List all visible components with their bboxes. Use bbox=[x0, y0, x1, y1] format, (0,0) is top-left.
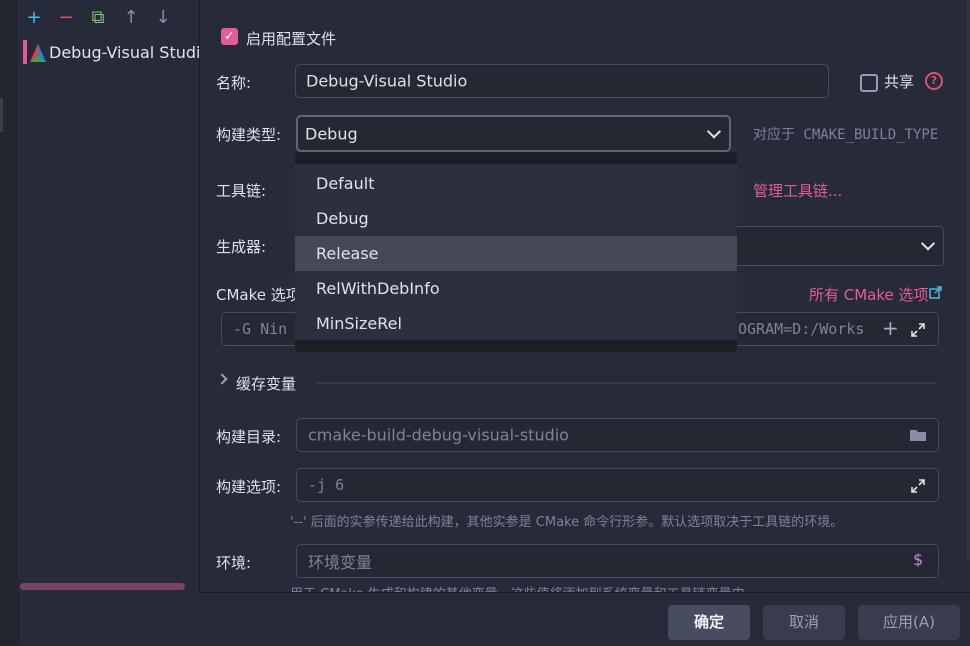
environment-hint: 用于 CMake 生成和构建的其他变量。这些值将添加到系统变量和工具链变量中。 bbox=[290, 583, 758, 592]
cache-variables-label[interactable]: 缓存变量 bbox=[236, 373, 296, 394]
copy-icon[interactable]: ⧉ bbox=[88, 8, 108, 28]
cancel-button[interactable]: 取消 bbox=[763, 605, 845, 640]
profile-list-panel: + − ⧉ ↑ ↓ Debug-Visual Studio bbox=[18, 0, 200, 592]
move-down-icon[interactable]: ↓ bbox=[153, 8, 173, 28]
build-options-hint: '--' 后面的实参传递给此构建，其他实参是 CMake 命令行形参。默认选项取… bbox=[290, 515, 844, 530]
dollar-icon[interactable]: $ bbox=[913, 550, 923, 569]
build-options-label: 构建选项: bbox=[216, 478, 282, 496]
list-item-debug-visual-studio[interactable]: Debug-Visual Studio bbox=[22, 38, 199, 68]
external-link-icon[interactable] bbox=[929, 286, 942, 299]
cmake-options-label: CMake 选项 bbox=[216, 286, 301, 304]
build-type-hint: 对应于 CMAKE_BUILD_TYPE bbox=[753, 127, 939, 143]
chevron-down-icon bbox=[920, 236, 936, 251]
help-icon[interactable]: ? bbox=[925, 72, 943, 90]
chevron-down-icon bbox=[706, 123, 722, 139]
left-edge-strip bbox=[0, 0, 19, 645]
option-relwithdebinfo[interactable]: RelWithDebInfo bbox=[295, 271, 737, 306]
chevron-right-icon[interactable] bbox=[216, 373, 228, 385]
share-checkbox[interactable] bbox=[860, 74, 878, 92]
option-minsizerel[interactable]: MinSizeRel bbox=[295, 306, 737, 341]
folder-icon[interactable] bbox=[909, 428, 927, 442]
build-type-select[interactable]: Debug bbox=[296, 115, 731, 152]
build-type-label: 构建类型: bbox=[216, 126, 282, 144]
build-type-dropdown: Default Debug Release RelWithDebInfo Min… bbox=[295, 152, 737, 352]
enable-profile-label: 启用配置文件 bbox=[246, 30, 337, 48]
name-label: 名称: bbox=[216, 74, 252, 92]
all-cmake-options-link[interactable]: 所有 CMake 选项 bbox=[809, 284, 929, 305]
option-debug[interactable]: Debug bbox=[295, 201, 737, 236]
environment-hint-clip: 用于 CMake 生成和构建的其他变量。这些值将添加到系统变量和工具链变量中。 bbox=[290, 583, 930, 592]
manage-toolchains-link[interactable]: 管理工具链... bbox=[753, 180, 842, 201]
apply-button[interactable]: 应用(A) bbox=[858, 605, 960, 640]
list-item-label: Debug-Visual Studio bbox=[49, 43, 199, 62]
section-divider bbox=[316, 382, 936, 384]
list-scrollbar[interactable] bbox=[20, 583, 185, 590]
main-scrollbar[interactable] bbox=[966, 0, 970, 560]
ok-button[interactable]: 确定 bbox=[668, 605, 750, 640]
generator-label: 生成器: bbox=[216, 238, 267, 256]
add-icon[interactable]: + bbox=[24, 8, 44, 28]
dialog-button-bar bbox=[199, 592, 970, 646]
option-default[interactable]: Default bbox=[295, 166, 737, 201]
enable-profile-checkbox[interactable]: ✓ bbox=[221, 28, 238, 45]
build-directory-label: 构建目录: bbox=[216, 428, 282, 446]
environment-input[interactable]: 环境变量 $ bbox=[296, 544, 939, 578]
option-release[interactable]: Release bbox=[295, 236, 737, 271]
build-options-input[interactable]: -j 6 bbox=[296, 468, 939, 502]
remove-icon[interactable]: − bbox=[56, 8, 76, 28]
add-icon[interactable]: + bbox=[882, 316, 899, 340]
toolchain-label: 工具链: bbox=[216, 182, 267, 200]
environment-label: 环境: bbox=[216, 554, 252, 572]
expand-icon[interactable] bbox=[910, 322, 926, 338]
build-directory-input[interactable]: cmake-build-debug-visual-studio bbox=[296, 418, 939, 452]
move-up-icon[interactable]: ↑ bbox=[121, 8, 141, 28]
selection-indicator bbox=[23, 40, 27, 64]
expand-icon[interactable] bbox=[910, 478, 926, 494]
share-label: 共享 bbox=[884, 73, 915, 91]
name-input[interactable]: Debug-Visual Studio bbox=[295, 64, 829, 98]
cmake-logo-icon bbox=[30, 44, 46, 62]
